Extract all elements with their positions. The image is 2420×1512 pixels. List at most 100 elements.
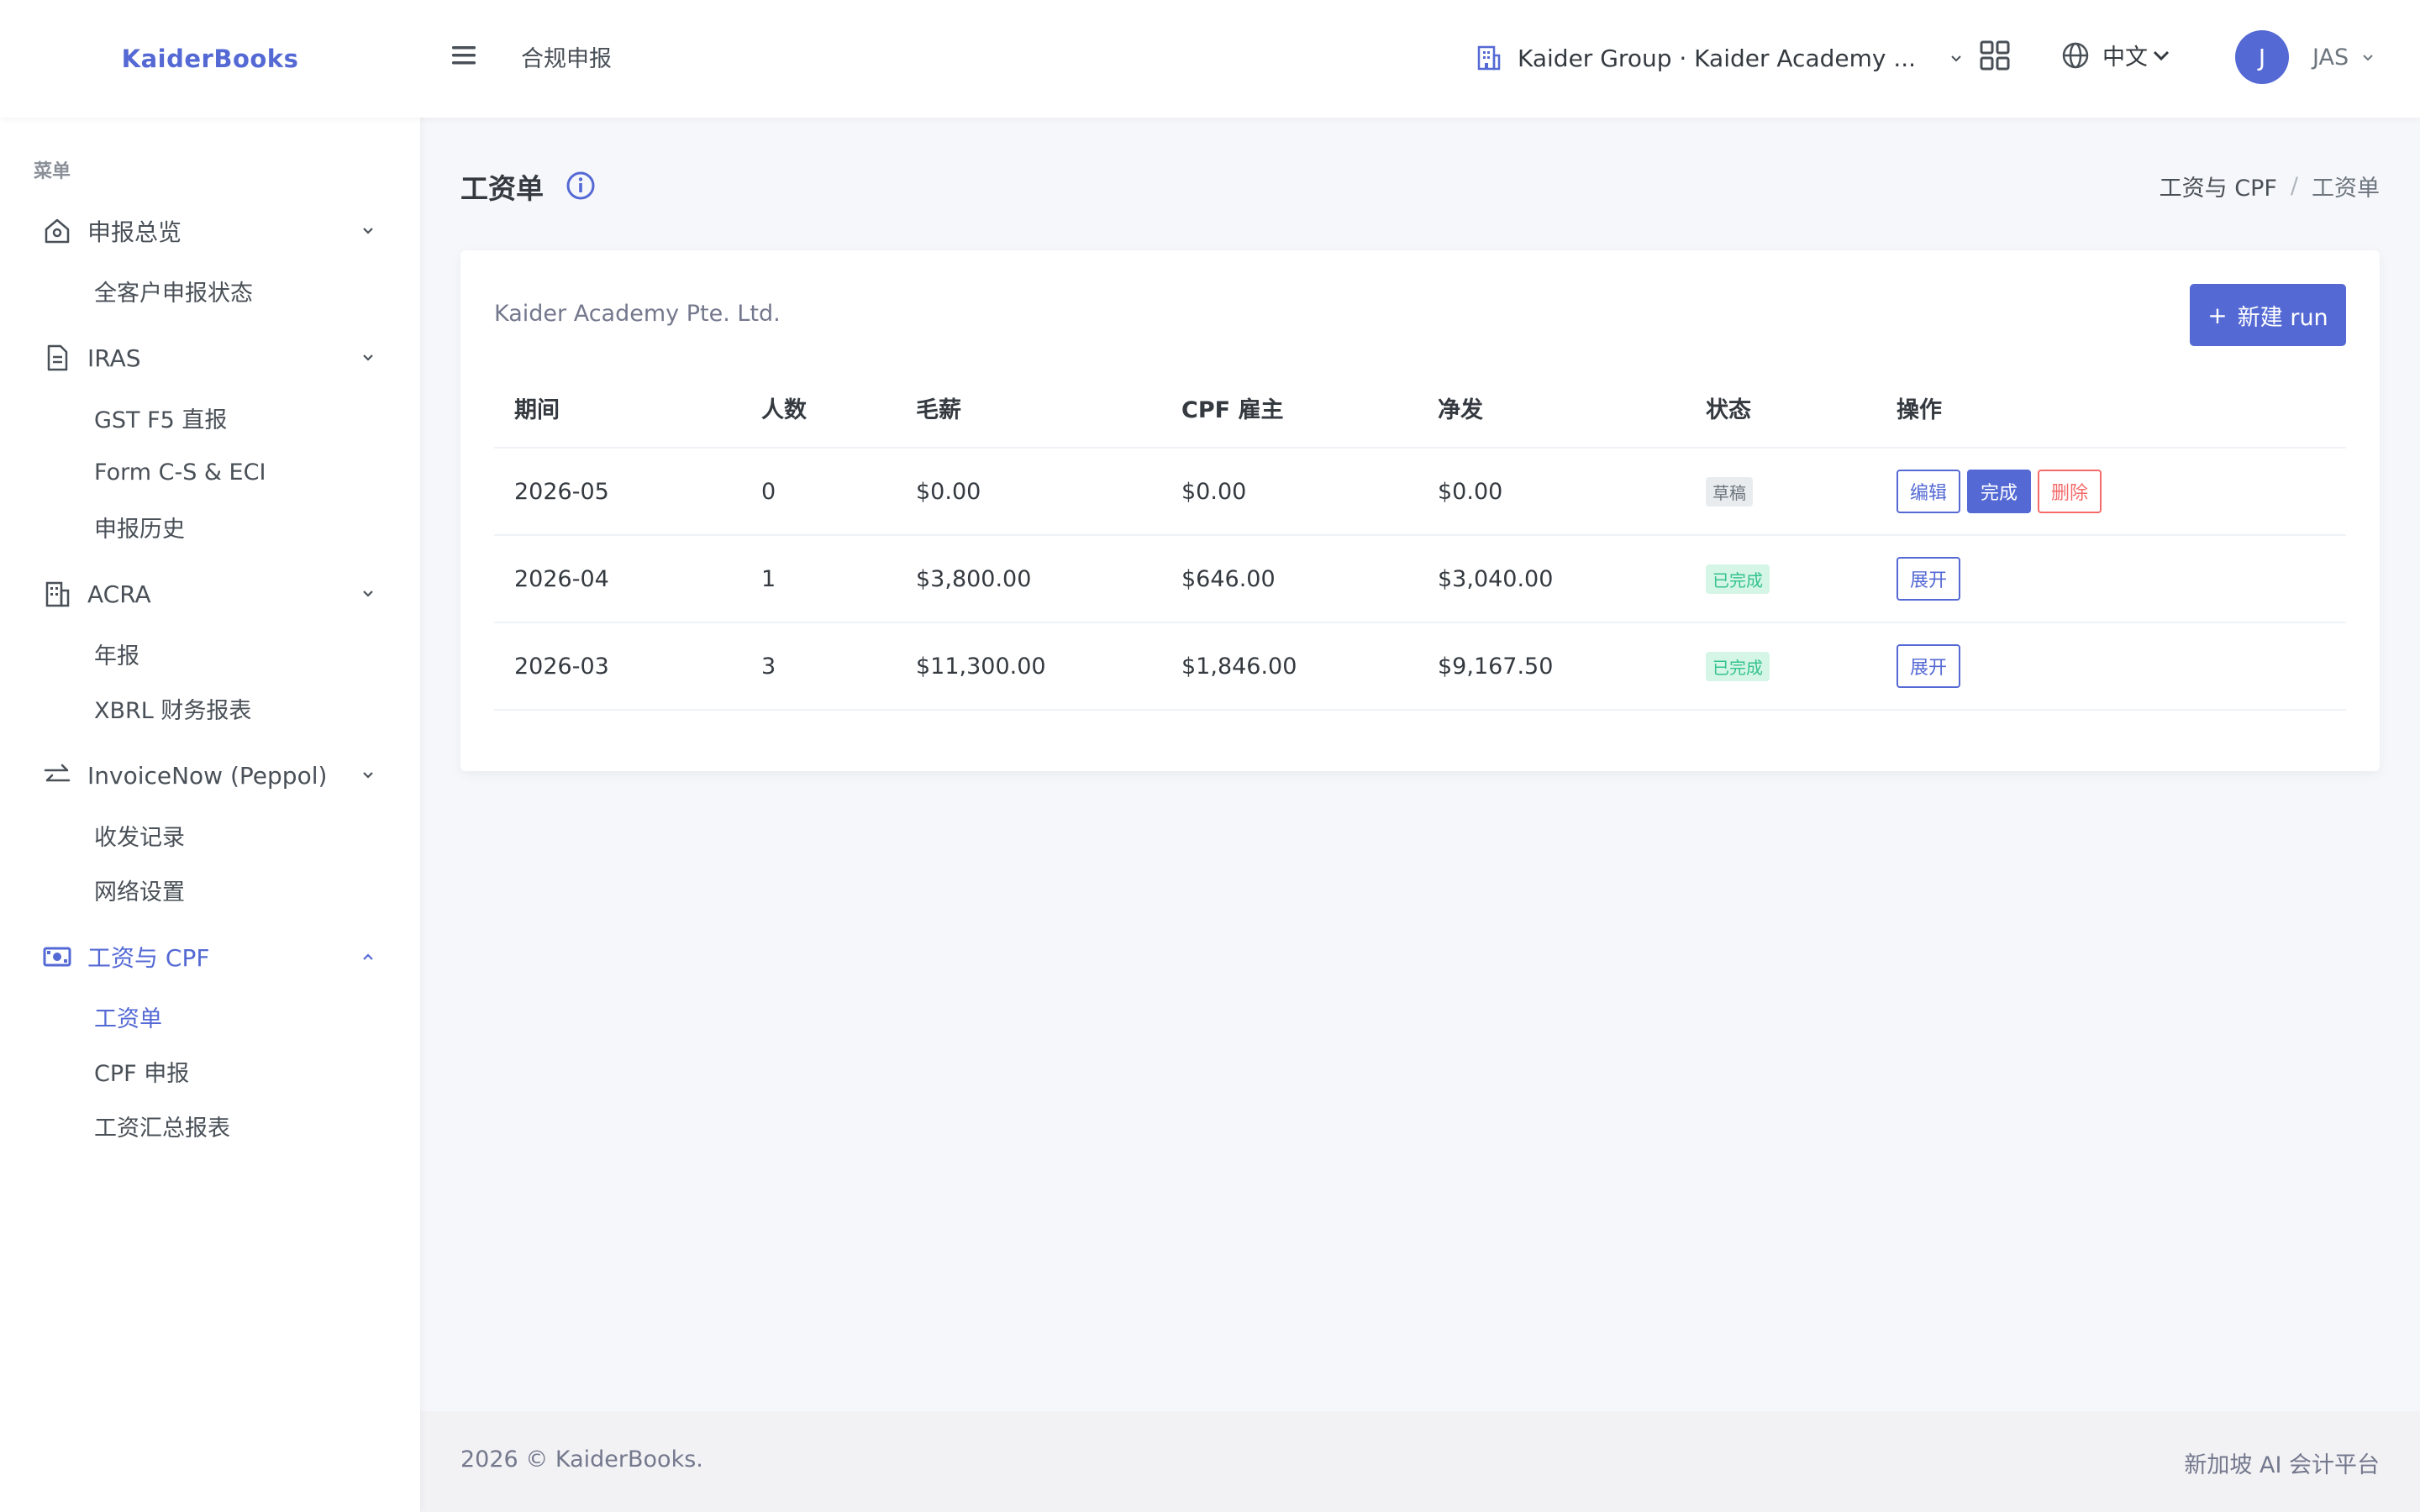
sidebar-item-form-cs-eci[interactable]: Form C-S & ECI [0,445,420,500]
column-header-period[interactable]: 期间 [494,368,741,449]
top-navbar: KaiderBooks 合规申报 Kaider Group · Kaider A… [0,0,2420,118]
home-icon [40,214,74,248]
breadcrumb-current: 工资单 [2312,176,2380,202]
chevron-up-icon [358,947,378,967]
chevron-down-icon [358,221,378,241]
payroll-table: 期间 人数 毛薪 CPF 雇主 净发 状态 操作 2026-05 0 $0.00… [494,368,2346,711]
document-icon [40,341,74,375]
sidebar: 菜单 申报总览 全客户申报状态 IRAS GST F5 直报 Form C-S … [0,0,420,1512]
column-header-gross[interactable]: 毛薪 [896,368,1161,449]
cell-actions: 编辑 完成 删除 [1876,448,2346,536]
cell-headcount: 1 [741,535,896,623]
sidebar-item-network-settings[interactable]: 网络设置 [0,863,420,917]
sidebar-item-filing-history[interactable]: 申报历史 [0,500,420,554]
table-row: 2026-04 1 $3,800.00 $646.00 $3,040.00 已完… [494,535,2346,623]
delete-button[interactable]: 删除 [2038,470,2102,513]
sidebar-item-label: IRAS [87,344,141,372]
sidebar-item-annual-return[interactable]: 年报 [0,627,420,681]
cell-status: 草稿 [1686,448,1876,536]
sidebar-item-gst-f5[interactable]: GST F5 直报 [0,391,420,445]
breadcrumb-separator: / [2290,173,2298,199]
org-switcher[interactable]: Kaider Group · Kaider Academy ... [1474,35,1965,81]
sidebar-item-invoicenow[interactable]: InvoiceNow (Peppol) [0,743,420,808]
payroll-card: Kaider Academy Pte. Ltd. + 新建 run 期间 人数 … [460,250,2380,771]
status-badge: 草稿 [1706,476,1753,507]
cell-cpf: $0.00 [1161,448,1418,536]
breadcrumb-link-payroll-cpf[interactable]: 工资与 CPF [2160,170,2277,202]
footer-tagline: 新加坡 AI 会计平台 [2184,1452,2380,1478]
cell-status: 已完成 [1686,622,1876,711]
cell-period: 2026-04 [494,535,741,623]
table-header-row: 期间 人数 毛薪 CPF 雇主 净发 状态 操作 [494,368,2346,449]
cell-gross: $0.00 [896,448,1161,536]
complete-button[interactable]: 完成 [1967,470,2032,513]
user-menu[interactable]: J JAS [2235,30,2375,84]
info-icon[interactable] [565,170,597,202]
hamburger-menu-icon[interactable] [447,39,481,72]
column-header-status[interactable]: 状态 [1686,368,1876,449]
company-name: Kaider Academy Pte. Ltd. [494,301,781,327]
building-icon [1477,45,1501,71]
sidebar-item-payroll-summary[interactable]: 工资汇总报表 [0,1099,420,1153]
column-header-cpf-employer[interactable]: CPF 雇主 [1161,368,1418,449]
status-badge: 已完成 [1706,564,1770,594]
money-icon [40,940,74,974]
cell-net: $0.00 [1418,448,1686,536]
sidebar-item-send-receive-log[interactable]: 收发记录 [0,808,420,863]
building-icon [40,577,74,611]
chevron-down-icon [2363,55,2373,61]
breadcrumb: 工资与 CPF / 工资单 [2160,170,2380,202]
column-header-headcount[interactable]: 人数 [741,368,896,449]
cell-actions: 展开 [1876,535,2346,623]
chevron-down-icon [358,765,378,785]
sidebar-item-label: 工资与 CPF [87,944,210,972]
cell-gross: $3,800.00 [896,535,1161,623]
apps-grid-icon[interactable] [1978,39,2012,72]
cell-period: 2026-03 [494,622,741,711]
brand-name: KaiderBooks [121,45,299,73]
main-content: 工资单 工资与 CPF / 工资单 Kaider Academy Pte. Lt… [420,118,2420,1411]
brand-logo[interactable]: KaiderBooks [0,0,420,118]
sidebar-item-xbrl[interactable]: XBRL 财务报表 [0,681,420,736]
cell-headcount: 0 [741,448,896,536]
sidebar-item-acra[interactable]: ACRA [0,561,420,627]
sidebar-item-label: 申报总览 [87,218,182,246]
table-row: 2026-03 3 $11,300.00 $1,846.00 $9,167.50… [494,622,2346,711]
cell-period: 2026-05 [494,448,741,536]
footer-copyright: 2026 © KaiderBooks. [460,1446,703,1473]
sidebar-item-payslips[interactable]: 工资单 [0,990,420,1044]
chevron-down-icon [1951,55,1961,62]
cell-gross: $11,300.00 [896,622,1161,711]
org-name: Kaider Group · Kaider Academy ... [1518,44,1917,72]
avatar: J [2235,30,2289,84]
edit-button[interactable]: 编辑 [1897,470,1961,513]
plus-icon: + [2207,301,2228,329]
cell-net: $3,040.00 [1418,535,1686,623]
sidebar-item-cpf-filing[interactable]: CPF 申报 [0,1044,420,1099]
expand-button[interactable]: 展开 [1897,557,1961,601]
sidebar-item-all-clients-status[interactable]: 全客户申报状态 [0,264,420,318]
column-header-actions: 操作 [1876,368,2346,449]
column-header-net[interactable]: 净发 [1418,368,1686,449]
sidebar-item-payroll-cpf[interactable]: 工资与 CPF [0,924,420,990]
cell-cpf: $1,846.00 [1161,622,1418,711]
sidebar-item-label: InvoiceNow (Peppol) [87,761,328,790]
expand-button[interactable]: 展开 [1897,644,1961,688]
language-selector[interactable]: 中文 [2060,39,2171,71]
new-run-label: 新建 run [2237,304,2328,331]
cell-headcount: 3 [741,622,896,711]
menu-title: 菜单 [34,161,71,182]
cell-cpf: $646.00 [1161,535,1418,623]
sidebar-item-iras[interactable]: IRAS [0,325,420,391]
status-badge: 已完成 [1706,651,1770,681]
chevron-down-icon [2153,50,2170,60]
cell-status: 已完成 [1686,535,1876,623]
sidebar-item-label: ACRA [87,580,151,608]
cell-actions: 展开 [1876,622,2346,711]
table-row: 2026-05 0 $0.00 $0.00 $0.00 草稿 编辑 完成 删除 [494,448,2346,536]
sidebar-item-filing-overview[interactable]: 申报总览 [0,198,420,264]
page-title: 工资单 [460,172,544,205]
user-name: JAS [2312,44,2349,71]
cell-net: $9,167.50 [1418,622,1686,711]
new-run-button[interactable]: + 新建 run [2190,284,2346,346]
